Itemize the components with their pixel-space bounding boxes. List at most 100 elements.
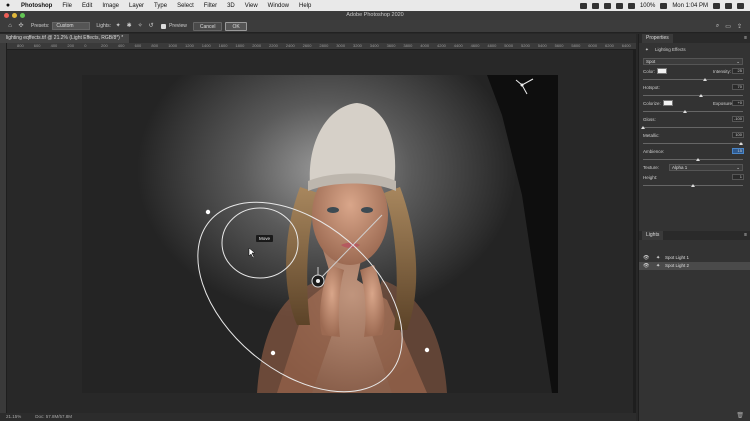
dropbox-icon[interactable] <box>579 2 587 9</box>
height-slider[interactable] <box>643 184 743 187</box>
intensity-slider[interactable] <box>643 78 743 81</box>
menu-filter[interactable]: Filter <box>199 3 222 9</box>
canvas-area[interactable]: Move <box>7 50 633 413</box>
ambience-slider-thumb[interactable] <box>696 158 700 161</box>
gloss-value[interactable]: -100 <box>732 116 744 122</box>
exposure-slider-thumb[interactable] <box>683 110 687 113</box>
add-infinite-light-icon[interactable]: ✧ <box>136 23 144 30</box>
hotspot-slider[interactable] <box>643 94 743 97</box>
search-icon[interactable] <box>713 2 720 9</box>
ambience-slider[interactable] <box>643 158 743 161</box>
metallic-slider-thumb[interactable] <box>739 142 743 145</box>
intensity-value[interactable]: 25 <box>732 68 744 74</box>
presets-dropdown[interactable]: Custom <box>52 22 91 30</box>
battery-icon[interactable] <box>660 2 668 9</box>
cloud-icon[interactable] <box>591 2 599 9</box>
texture-dropdown[interactable]: Alpha 1 ⌄ <box>669 164 743 171</box>
zoom-level[interactable]: 21.15% <box>6 413 21 421</box>
volume-icon[interactable] <box>615 2 623 9</box>
vertical-scrollbar[interactable] <box>633 50 636 413</box>
ruler-tick-label: 4800 <box>487 43 497 48</box>
preview-checkbox[interactable] <box>161 23 167 29</box>
clock[interactable]: Mon 1:04 PM <box>672 3 708 9</box>
hotspot-ring[interactable] <box>221 207 299 279</box>
document-tab[interactable]: lighting eqffects.tif @ 21.2% (Light Eff… <box>0 34 130 43</box>
document-tab-bar: lighting eqffects.tif @ 21.2% (Light Eff… <box>0 34 636 43</box>
cursor-arrow-icon <box>248 247 256 259</box>
home-icon[interactable]: ⌂ <box>6 23 14 30</box>
right-panel-dock: Properties ≡ ✦ Lighting Effects Spot ⌄ C… <box>638 34 750 421</box>
add-point-light-icon[interactable]: ✱ <box>125 23 133 30</box>
workspace-icon[interactable]: ▭ <box>725 23 731 30</box>
menu-help[interactable]: Help <box>294 3 316 9</box>
metallic-slider[interactable] <box>643 142 743 145</box>
ambience-row: Ambience: 15 <box>639 147 750 157</box>
ruler-tick-label: 400 <box>50 43 58 48</box>
colorize-label: Colorize: <box>643 101 661 106</box>
horizontal-ruler[interactable]: 800 600 400 200 0 200 400 600 800 1000 1200 1400 160… <box>7 43 636 50</box>
height-value[interactable]: 1 <box>732 174 744 180</box>
menu-image[interactable]: Image <box>97 3 124 9</box>
options-bar: ⌂ ✣ Presets: Custom Lights: ✦ ✱ ✧ ↺ Prev… <box>0 20 750 33</box>
ellipse-handle-top-left[interactable] <box>205 209 211 215</box>
panel-menu-icon[interactable]: ≡ <box>744 231 747 240</box>
menu-photoshop[interactable]: Photoshop <box>16 3 57 9</box>
gloss-slider-thumb[interactable] <box>641 126 645 129</box>
lights-tab[interactable]: Lights <box>642 231 664 240</box>
trash-icon[interactable]: 🗑 <box>736 412 744 419</box>
notification-center-icon[interactable] <box>737 2 744 9</box>
close-window-button[interactable] <box>4 13 9 18</box>
colorize-swatch[interactable] <box>663 100 673 106</box>
vertical-ruler[interactable] <box>0 43 7 413</box>
hotspot-slider-thumb[interactable] <box>699 94 703 97</box>
menu-file[interactable]: File <box>57 3 77 9</box>
menu-view[interactable]: View <box>240 3 263 9</box>
gloss-slider[interactable] <box>641 126 743 129</box>
search-icon[interactable]: ⌕ <box>716 23 719 30</box>
menu-edit[interactable]: Edit <box>77 3 97 9</box>
move-tool-icon[interactable]: ✣ <box>17 23 25 30</box>
apple-menu-icon[interactable]: ● <box>0 2 16 9</box>
hotspot-value[interactable]: 70 <box>732 84 744 90</box>
ambience-value[interactable]: 15 <box>732 148 744 154</box>
eye-icon[interactable]: 👁 <box>643 254 649 262</box>
siri-icon[interactable] <box>725 2 732 9</box>
height-slider-thumb[interactable] <box>691 184 695 187</box>
ellipse-handle-bottom[interactable] <box>270 350 276 356</box>
ruler-tick-label: 4600 <box>470 43 480 48</box>
wifi-icon[interactable] <box>627 2 635 9</box>
doc-size[interactable]: Doc: 57.8M/57.8M <box>35 413 72 421</box>
menu-layer[interactable]: Layer <box>124 3 149 9</box>
display-icon[interactable] <box>603 2 611 9</box>
minimize-window-button[interactable] <box>12 13 17 18</box>
metallic-value[interactable]: 100 <box>732 132 744 138</box>
exposure-value[interactable]: +0 <box>732 100 744 106</box>
ok-button[interactable]: OK <box>225 21 247 31</box>
add-spot-light-icon[interactable]: ✦ <box>114 23 122 30</box>
spot-light-1-widget[interactable] <box>515 78 534 95</box>
share-icon[interactable]: ⇪ <box>737 23 742 30</box>
exposure-slider[interactable] <box>643 110 743 113</box>
photo-canvas[interactable]: Move <box>82 75 558 393</box>
light-layer-row[interactable]: 👁 ✦ Spot Light 2 <box>639 262 750 270</box>
menu-type[interactable]: Type <box>149 3 172 9</box>
ruler-tick-label: 1600 <box>218 43 228 48</box>
eye-icon[interactable]: 👁 <box>643 262 649 270</box>
cancel-button[interactable]: Cancel <box>192 21 223 31</box>
spot-light-2-outer-ellipse[interactable] <box>162 164 438 393</box>
menu-select[interactable]: Select <box>172 3 199 9</box>
properties-tab[interactable]: Properties <box>642 34 673 43</box>
menu-window[interactable]: Window <box>263 3 294 9</box>
light-color-swatch[interactable] <box>657 68 667 74</box>
panel-menu-icon[interactable]: ≡ <box>744 34 747 43</box>
light-layer-row[interactable]: 👁 ✦ Spot Light 1 <box>639 254 750 262</box>
light-layer-name: Spot Light 2 <box>665 263 690 268</box>
intensity-slider-thumb[interactable] <box>703 78 707 81</box>
zoom-window-button[interactable] <box>20 13 25 18</box>
light-type-dropdown[interactable]: Spot ⌄ <box>643 58 743 65</box>
lights-panel-header: Lights ≡ <box>639 231 750 240</box>
menu-3d[interactable]: 3D <box>222 3 240 9</box>
reset-light-icon[interactable]: ↺ <box>147 23 155 30</box>
ellipse-handle-right[interactable] <box>424 347 430 353</box>
color-intensity-row: Color: Intensity: 25 <box>639 67 750 77</box>
